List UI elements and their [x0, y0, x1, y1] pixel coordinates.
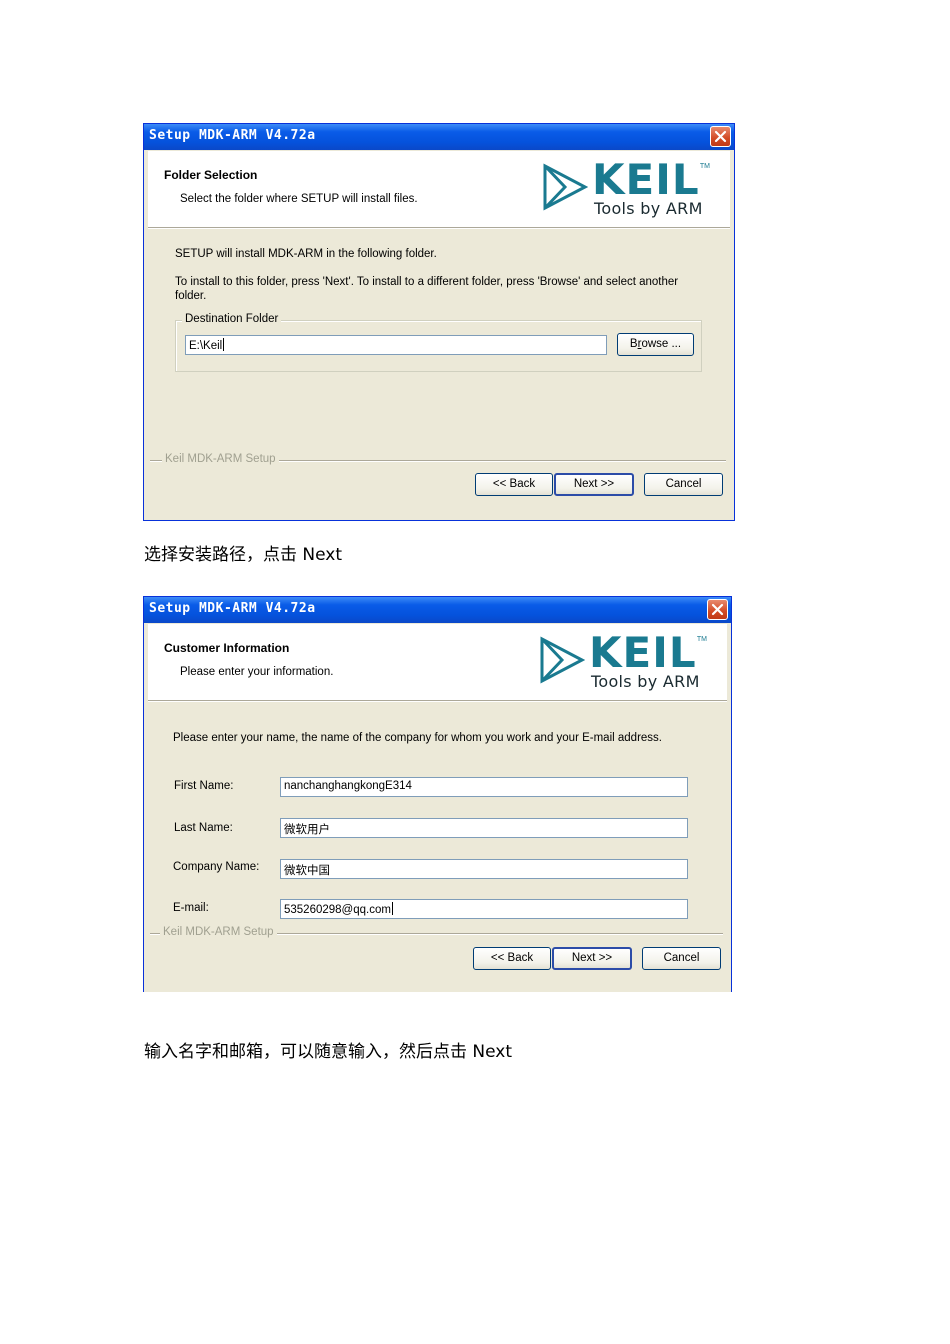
text-caret	[391, 902, 393, 915]
company-name-label: Company Name:	[173, 861, 260, 873]
logo-tagline: Tools by ARM	[591, 672, 700, 691]
cancel-button[interactable]: Cancel	[644, 473, 723, 496]
next-button[interactable]: Next >>	[554, 473, 634, 496]
last-name-input[interactable]: 微软用户	[280, 818, 688, 838]
browse-label-b: owse ...	[641, 338, 682, 350]
destination-folder-value: E:\Keil	[189, 340, 223, 352]
footer-label: Keil MDK-ARM Setup	[162, 453, 279, 465]
header-panel: Folder Selection Select the folder where…	[148, 151, 730, 227]
caption-2: 输入名字和邮箱，可以随意输入，然后点击 Next	[144, 1042, 513, 1062]
destination-folder-group: Destination Folder E:\Keil Browse ...	[175, 313, 702, 372]
title-bar[interactable]: Setup MDK-ARM V4.72a	[144, 124, 734, 150]
body-text-1: Please enter your name, the name of the …	[173, 732, 662, 744]
first-name-input[interactable]: nanchanghangkongE314	[280, 777, 688, 797]
first-name-label: First Name:	[174, 780, 234, 792]
logo-tm: TM	[696, 636, 707, 643]
header-panel: Customer Information Please enter your i…	[148, 624, 727, 700]
next-button[interactable]: Next >>	[552, 947, 632, 970]
browse-button[interactable]: Browse ...	[617, 333, 694, 356]
close-button[interactable]	[710, 126, 731, 147]
last-name-label: Last Name:	[174, 822, 233, 834]
setup-dialog-folder-selection: Setup MDK-ARM V4.72a Folder Selection Se…	[143, 123, 735, 521]
body-text-2: To install to this folder, press 'Next'.…	[175, 276, 679, 288]
title-bar[interactable]: Setup MDK-ARM V4.72a	[144, 597, 731, 623]
keil-logo: KEIL TM Tools by ARM	[539, 628, 709, 691]
window-title: Setup MDK-ARM V4.72a	[149, 601, 316, 616]
keil-logo-icon	[543, 163, 588, 211]
company-name-input[interactable]: 微软中国	[280, 859, 688, 879]
setup-dialog-customer-information: Setup MDK-ARM V4.72a Customer Informatio…	[143, 596, 732, 992]
back-button[interactable]: << Back	[475, 473, 553, 496]
last-name-value: 微软用户	[284, 824, 330, 836]
logo-tagline: Tools by ARM	[594, 199, 703, 218]
logo-brand-text: KEIL	[589, 628, 697, 677]
close-icon	[714, 130, 727, 143]
keil-logo: KEIL TM Tools by ARM	[542, 155, 712, 218]
body-text-3: folder.	[175, 290, 207, 302]
footer-label: Keil MDK-ARM Setup	[160, 926, 277, 938]
caption-1: 选择安装路径，点击 Next	[144, 545, 343, 565]
email-label: E-mail:	[173, 902, 209, 914]
logo-brand-text: KEIL	[592, 155, 700, 204]
close-button[interactable]	[707, 599, 728, 620]
cancel-button[interactable]: Cancel	[642, 947, 721, 970]
header-title: Customer Information	[164, 641, 290, 655]
header-subtitle: Please enter your information.	[180, 666, 334, 678]
header-separator	[148, 227, 730, 229]
window-title: Setup MDK-ARM V4.72a	[149, 128, 316, 143]
header-separator	[148, 700, 727, 702]
email-value: 535260298@qq.com	[284, 904, 391, 916]
close-icon	[711, 603, 724, 616]
destination-folder-input[interactable]: E:\Keil	[185, 335, 607, 355]
email-input[interactable]: 535260298@qq.com	[280, 899, 688, 919]
body-text-1: SETUP will install MDK-ARM in the follow…	[175, 248, 437, 260]
keil-logo-icon	[540, 636, 585, 684]
header-subtitle: Select the folder where SETUP will insta…	[180, 193, 418, 205]
text-caret	[223, 338, 225, 351]
first-name-value: nanchanghangkongE314	[284, 780, 412, 792]
header-title: Folder Selection	[164, 168, 258, 182]
back-button[interactable]: << Back	[473, 947, 551, 970]
destination-folder-label: Destination Folder	[182, 313, 282, 325]
browse-label-a: B	[629, 338, 638, 350]
company-name-value: 微软中国	[284, 865, 330, 877]
logo-tm: TM	[699, 163, 710, 170]
